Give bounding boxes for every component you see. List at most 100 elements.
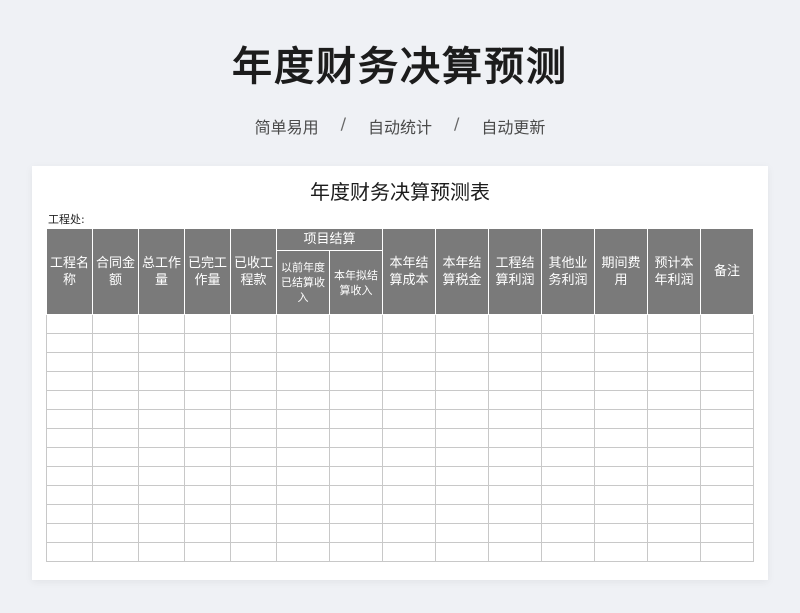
- table-cell[interactable]: [138, 333, 185, 353]
- table-cell[interactable]: [46, 504, 93, 524]
- table-cell[interactable]: [184, 428, 231, 448]
- table-cell[interactable]: [46, 371, 93, 391]
- table-cell[interactable]: [382, 390, 437, 410]
- table-cell[interactable]: [488, 390, 543, 410]
- table-cell[interactable]: [138, 485, 185, 505]
- table-cell[interactable]: [382, 447, 437, 467]
- table-cell[interactable]: [382, 333, 437, 353]
- table-cell[interactable]: [435, 333, 490, 353]
- table-cell[interactable]: [488, 523, 543, 543]
- table-cell[interactable]: [138, 523, 185, 543]
- table-cell[interactable]: [46, 390, 93, 410]
- table-cell[interactable]: [138, 409, 185, 429]
- table-cell[interactable]: [276, 542, 330, 562]
- table-cell[interactable]: [594, 466, 649, 486]
- table-cell[interactable]: [647, 428, 702, 448]
- table-cell[interactable]: [138, 428, 185, 448]
- table-cell[interactable]: [435, 314, 490, 334]
- table-cell[interactable]: [647, 371, 702, 391]
- table-cell[interactable]: [700, 314, 755, 334]
- table-cell[interactable]: [435, 485, 490, 505]
- table-cell[interactable]: [488, 447, 543, 467]
- table-cell[interactable]: [92, 409, 139, 429]
- table-cell[interactable]: [700, 333, 755, 353]
- table-cell[interactable]: [488, 485, 543, 505]
- table-cell[interactable]: [230, 390, 277, 410]
- table-cell[interactable]: [46, 485, 93, 505]
- table-cell[interactable]: [230, 428, 277, 448]
- table-cell[interactable]: [382, 504, 437, 524]
- table-cell[interactable]: [276, 504, 330, 524]
- table-cell[interactable]: [541, 428, 596, 448]
- table-cell[interactable]: [541, 352, 596, 372]
- table-cell[interactable]: [382, 523, 437, 543]
- table-cell[interactable]: [647, 409, 702, 429]
- table-cell[interactable]: [541, 523, 596, 543]
- table-cell[interactable]: [700, 466, 755, 486]
- table-cell[interactable]: [700, 504, 755, 524]
- table-cell[interactable]: [276, 485, 330, 505]
- table-cell[interactable]: [594, 542, 649, 562]
- table-cell[interactable]: [138, 371, 185, 391]
- table-cell[interactable]: [328, 447, 384, 467]
- table-cell[interactable]: [184, 523, 231, 543]
- table-cell[interactable]: [594, 409, 649, 429]
- table-cell[interactable]: [541, 504, 596, 524]
- table-cell[interactable]: [594, 447, 649, 467]
- table-cell[interactable]: [541, 447, 596, 467]
- table-cell[interactable]: [230, 485, 277, 505]
- table-cell[interactable]: [700, 409, 755, 429]
- table-cell[interactable]: [184, 314, 231, 334]
- table-cell[interactable]: [184, 333, 231, 353]
- table-cell[interactable]: [138, 314, 185, 334]
- table-cell[interactable]: [435, 542, 490, 562]
- table-cell[interactable]: [647, 352, 702, 372]
- table-cell[interactable]: [92, 333, 139, 353]
- table-cell[interactable]: [700, 371, 755, 391]
- table-cell[interactable]: [594, 485, 649, 505]
- table-cell[interactable]: [230, 409, 277, 429]
- table-cell[interactable]: [184, 504, 231, 524]
- table-cell[interactable]: [46, 523, 93, 543]
- table-cell[interactable]: [488, 542, 543, 562]
- table-cell[interactable]: [328, 485, 384, 505]
- table-cell[interactable]: [92, 542, 139, 562]
- table-cell[interactable]: [541, 409, 596, 429]
- table-cell[interactable]: [276, 409, 330, 429]
- table-cell[interactable]: [488, 466, 543, 486]
- table-cell[interactable]: [46, 428, 93, 448]
- table-cell[interactable]: [647, 466, 702, 486]
- table-cell[interactable]: [276, 466, 330, 486]
- table-cell[interactable]: [46, 447, 93, 467]
- table-cell[interactable]: [541, 466, 596, 486]
- table-cell[interactable]: [488, 504, 543, 524]
- table-cell[interactable]: [276, 428, 330, 448]
- table-cell[interactable]: [594, 390, 649, 410]
- table-cell[interactable]: [594, 314, 649, 334]
- table-cell[interactable]: [46, 542, 93, 562]
- table-cell[interactable]: [46, 466, 93, 486]
- table-cell[interactable]: [184, 371, 231, 391]
- table-cell[interactable]: [594, 352, 649, 372]
- table-cell[interactable]: [92, 371, 139, 391]
- table-cell[interactable]: [647, 542, 702, 562]
- table-cell[interactable]: [382, 371, 437, 391]
- table-cell[interactable]: [92, 447, 139, 467]
- table-cell[interactable]: [328, 409, 384, 429]
- table-cell[interactable]: [700, 447, 755, 467]
- table-cell[interactable]: [230, 542, 277, 562]
- table-cell[interactable]: [328, 390, 384, 410]
- table-cell[interactable]: [382, 428, 437, 448]
- table-cell[interactable]: [230, 523, 277, 543]
- table-cell[interactable]: [647, 504, 702, 524]
- table-cell[interactable]: [435, 371, 490, 391]
- table-cell[interactable]: [138, 352, 185, 372]
- table-cell[interactable]: [92, 466, 139, 486]
- table-cell[interactable]: [594, 523, 649, 543]
- table-cell[interactable]: [435, 390, 490, 410]
- table-cell[interactable]: [328, 523, 384, 543]
- table-cell[interactable]: [382, 466, 437, 486]
- table-cell[interactable]: [230, 333, 277, 353]
- table-cell[interactable]: [184, 542, 231, 562]
- table-cell[interactable]: [92, 428, 139, 448]
